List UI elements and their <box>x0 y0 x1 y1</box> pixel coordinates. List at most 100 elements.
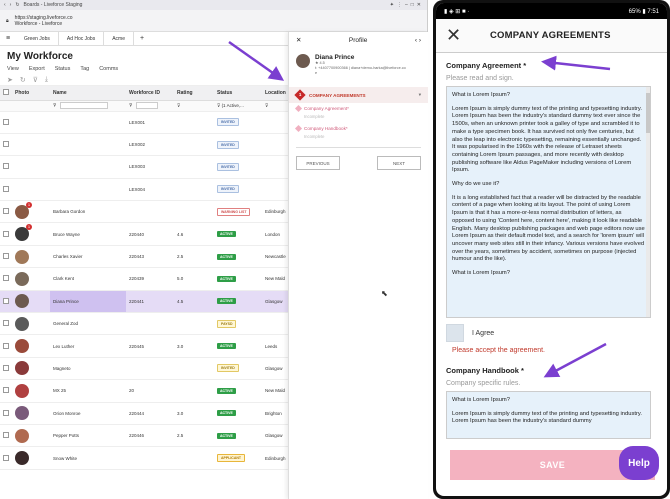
download-icon[interactable]: ⤓ <box>45 76 48 84</box>
table-row[interactable]: LEX001 INVITED <box>0 111 290 134</box>
previous-button[interactable]: PREVIOUS <box>296 156 340 170</box>
row-checkbox[interactable] <box>3 297 9 304</box>
name-cell[interactable]: Pepper Potts <box>50 424 126 448</box>
row-checkbox[interactable] <box>3 253 9 260</box>
name-cell[interactable]: Orion Monroe <box>50 402 126 425</box>
row-checkbox[interactable] <box>3 454 9 461</box>
row-select-cell[interactable] <box>0 290 12 314</box>
column-photo[interactable]: Photo <box>12 86 50 101</box>
tab-acme[interactable]: Acme <box>104 32 134 45</box>
menu-export[interactable]: Export <box>29 66 45 72</box>
name-filter-input[interactable] <box>60 102 109 109</box>
row-select-cell[interactable] <box>0 267 12 291</box>
row-select-cell[interactable] <box>0 424 12 448</box>
row-checkbox[interactable] <box>3 118 9 125</box>
name-filter[interactable]: ⊽ <box>50 100 126 112</box>
name-cell[interactable] <box>50 155 126 179</box>
table-row[interactable]: Clark Kent 220439 5.0 ACTIVE New Mald <box>0 267 290 291</box>
name-cell[interactable]: MX 25 <box>50 379 126 403</box>
select-all-cell[interactable] <box>0 86 12 101</box>
location-filter[interactable]: ⊽ <box>262 100 290 112</box>
row-checkbox[interactable] <box>3 141 9 148</box>
add-tab-icon[interactable]: + <box>134 35 150 42</box>
company-agreements-section[interactable]: 1 COMPANY AGREEMENTS ▾ <box>289 87 428 103</box>
agreement-item-company-agreement[interactable]: Company Agreement* Incomplete <box>289 103 428 119</box>
rating-filter[interactable]: ⊽ <box>174 100 214 112</box>
table-row[interactable]: LEX003 INVITED <box>0 155 290 179</box>
row-select-cell[interactable] <box>0 446 12 470</box>
row-select-cell[interactable] <box>0 111 12 134</box>
table-row[interactable]: LEX004 INVITED <box>0 178 290 202</box>
menu-comms[interactable]: Comms <box>99 66 118 72</box>
close-icon[interactable]: ✕ <box>296 36 301 44</box>
help-button[interactable]: Help <box>619 446 659 480</box>
row-checkbox[interactable] <box>3 342 9 349</box>
name-cell[interactable]: Magneto <box>50 357 126 381</box>
table-row[interactable]: MX 25 20 ACTIVE New Mald <box>0 379 290 403</box>
row-checkbox[interactable] <box>3 409 9 416</box>
table-row[interactable]: LEX002 INVITED <box>0 133 290 157</box>
row-checkbox[interactable] <box>3 320 9 327</box>
tab-green-jobs[interactable]: Green Jobs <box>16 32 59 45</box>
table-row[interactable]: 1 Bruce Wayne 220440 4.6 ACTIVE London <box>0 222 290 246</box>
menu-status[interactable]: Status <box>55 66 71 72</box>
hamburger-icon[interactable]: ≡ <box>0 35 16 42</box>
row-select-cell[interactable] <box>0 312 12 336</box>
table-row[interactable]: Snow White APPLICANT Edinburgh <box>0 446 290 470</box>
address-bar[interactable]: 🔒︎ https://staging.liveforce.co Workforc… <box>0 10 427 32</box>
select-all-checkbox[interactable] <box>3 88 9 95</box>
column-location[interactable]: Location <box>262 86 290 101</box>
name-cell[interactable]: Charles Xavier <box>50 245 126 269</box>
column-rating[interactable]: Rating <box>174 86 214 101</box>
menu-dots-icon[interactable]: ⋮ <box>397 2 402 8</box>
name-cell[interactable]: Barbara Gordon <box>50 200 126 224</box>
agree-checkbox[interactable] <box>446 324 464 342</box>
row-checkbox[interactable] <box>3 432 9 439</box>
table-row[interactable]: Magneto INVITED Glasgow <box>0 357 290 381</box>
menu-view[interactable]: View <box>7 66 19 72</box>
maximize-icon[interactable]: □ <box>411 2 414 8</box>
table-row[interactable]: General Zod PAYSD <box>0 312 290 336</box>
row-checkbox[interactable] <box>3 185 9 192</box>
row-select-cell[interactable] <box>0 357 12 381</box>
row-checkbox[interactable] <box>3 275 9 282</box>
column-name[interactable]: Name <box>50 86 126 101</box>
refresh-icon[interactable]: ↻ <box>20 76 26 84</box>
row-select-cell[interactable] <box>0 245 12 269</box>
name-cell[interactable]: General Zod <box>50 312 126 336</box>
menu-tag[interactable]: Tag <box>80 66 89 72</box>
reload-icon[interactable]: ↻ <box>15 2 19 8</box>
row-checkbox[interactable] <box>3 208 9 215</box>
agreement-item-company-handbook[interactable]: Company Handbook* Incomplete <box>289 123 428 139</box>
row-checkbox[interactable] <box>3 163 9 170</box>
column-status[interactable]: Status <box>214 86 262 101</box>
status-filter[interactable]: ⊽ (1 Active,... <box>214 100 262 112</box>
extension-icon[interactable]: ✦ <box>390 2 394 8</box>
row-select-cell[interactable] <box>0 402 12 425</box>
filter-icon[interactable]: ⊽ <box>33 76 38 84</box>
row-select-cell[interactable] <box>0 379 12 403</box>
status-filter-value[interactable]: (1 Active,... <box>222 103 244 108</box>
chevron-down-icon[interactable]: ▾ <box>419 92 421 98</box>
name-cell[interactable]: Clark Kent <box>50 267 126 291</box>
chevron-right-icon[interactable]: › <box>419 37 421 44</box>
column-workforce-id[interactable]: Workforce ID <box>126 86 174 101</box>
send-icon[interactable]: ➤ <box>7 76 13 84</box>
next-button[interactable]: NEXT <box>377 156 421 170</box>
close-icon[interactable]: ✕ <box>446 25 470 46</box>
scrollbar[interactable] <box>646 87 650 317</box>
table-row[interactable]: Lex Luther 220445 3.0 ACTIVE Leeds <box>0 334 290 358</box>
row-checkbox[interactable] <box>3 387 9 394</box>
name-cell[interactable] <box>50 111 126 134</box>
table-row[interactable]: 1 Barbara Gordon WARNING LIST Edinburgh <box>0 200 290 224</box>
chevron-left-icon[interactable]: ‹ <box>415 37 417 44</box>
close-window-icon[interactable]: ✕ <box>417 2 421 8</box>
agreement-text-box[interactable]: What is Lorem Ipsum? Lorem Ipsum is simp… <box>446 86 651 318</box>
table-row[interactable]: Charles Xavier 220443 2.5 ACTIVE Newcastle <box>0 245 290 269</box>
name-cell[interactable] <box>50 133 126 157</box>
row-select-cell[interactable] <box>0 334 12 358</box>
row-select-cell[interactable] <box>0 200 12 224</box>
row-select-cell[interactable] <box>0 178 12 202</box>
row-select-cell[interactable] <box>0 222 12 246</box>
name-cell[interactable]: Snow White <box>50 446 126 470</box>
